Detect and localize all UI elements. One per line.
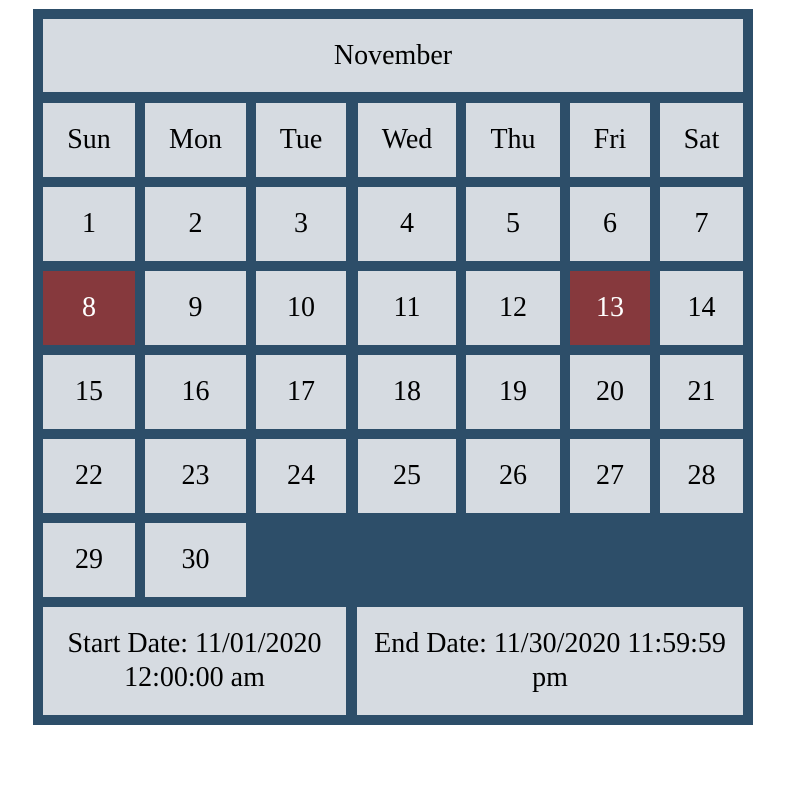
day-4[interactable]: 4 xyxy=(358,187,456,261)
start-date-label: Start Date: 11/01/2020 12:00:00 am xyxy=(43,607,346,715)
weekday-tue: Tue xyxy=(256,103,346,177)
day-20[interactable]: 20 xyxy=(570,355,650,429)
day-19[interactable]: 19 xyxy=(466,355,560,429)
day-21[interactable]: 21 xyxy=(660,355,743,429)
day-14[interactable]: 14 xyxy=(660,271,743,345)
day-30[interactable]: 30 xyxy=(145,523,246,597)
day-12[interactable]: 12 xyxy=(466,271,560,345)
day-13[interactable]: 13 xyxy=(570,271,650,345)
weekday-fri: Fri xyxy=(570,103,650,177)
day-8[interactable]: 8 xyxy=(43,271,135,345)
end-date-label: End Date: 11/30/2020 11:59:59 pm xyxy=(357,607,743,715)
day-27[interactable]: 27 xyxy=(570,439,650,513)
day-5[interactable]: 5 xyxy=(466,187,560,261)
day-1[interactable]: 1 xyxy=(43,187,135,261)
day-26[interactable]: 26 xyxy=(466,439,560,513)
weekday-sat: Sat xyxy=(660,103,743,177)
day-6[interactable]: 6 xyxy=(570,187,650,261)
day-3[interactable]: 3 xyxy=(256,187,346,261)
day-28[interactable]: 28 xyxy=(660,439,743,513)
day-2[interactable]: 2 xyxy=(145,187,246,261)
weekday-sun: Sun xyxy=(43,103,135,177)
day-10[interactable]: 10 xyxy=(256,271,346,345)
calendar: November Start Date: 11/01/2020 12:00:00… xyxy=(33,9,753,725)
day-17[interactable]: 17 xyxy=(256,355,346,429)
day-18[interactable]: 18 xyxy=(358,355,456,429)
day-24[interactable]: 24 xyxy=(256,439,346,513)
day-29[interactable]: 29 xyxy=(43,523,135,597)
day-22[interactable]: 22 xyxy=(43,439,135,513)
day-11[interactable]: 11 xyxy=(358,271,456,345)
weekday-wed: Wed xyxy=(358,103,456,177)
day-15[interactable]: 15 xyxy=(43,355,135,429)
day-16[interactable]: 16 xyxy=(145,355,246,429)
weekday-mon: Mon xyxy=(145,103,246,177)
day-25[interactable]: 25 xyxy=(358,439,456,513)
month-header: November xyxy=(43,19,743,92)
day-7[interactable]: 7 xyxy=(660,187,743,261)
day-23[interactable]: 23 xyxy=(145,439,246,513)
weekday-thu: Thu xyxy=(466,103,560,177)
day-9[interactable]: 9 xyxy=(145,271,246,345)
